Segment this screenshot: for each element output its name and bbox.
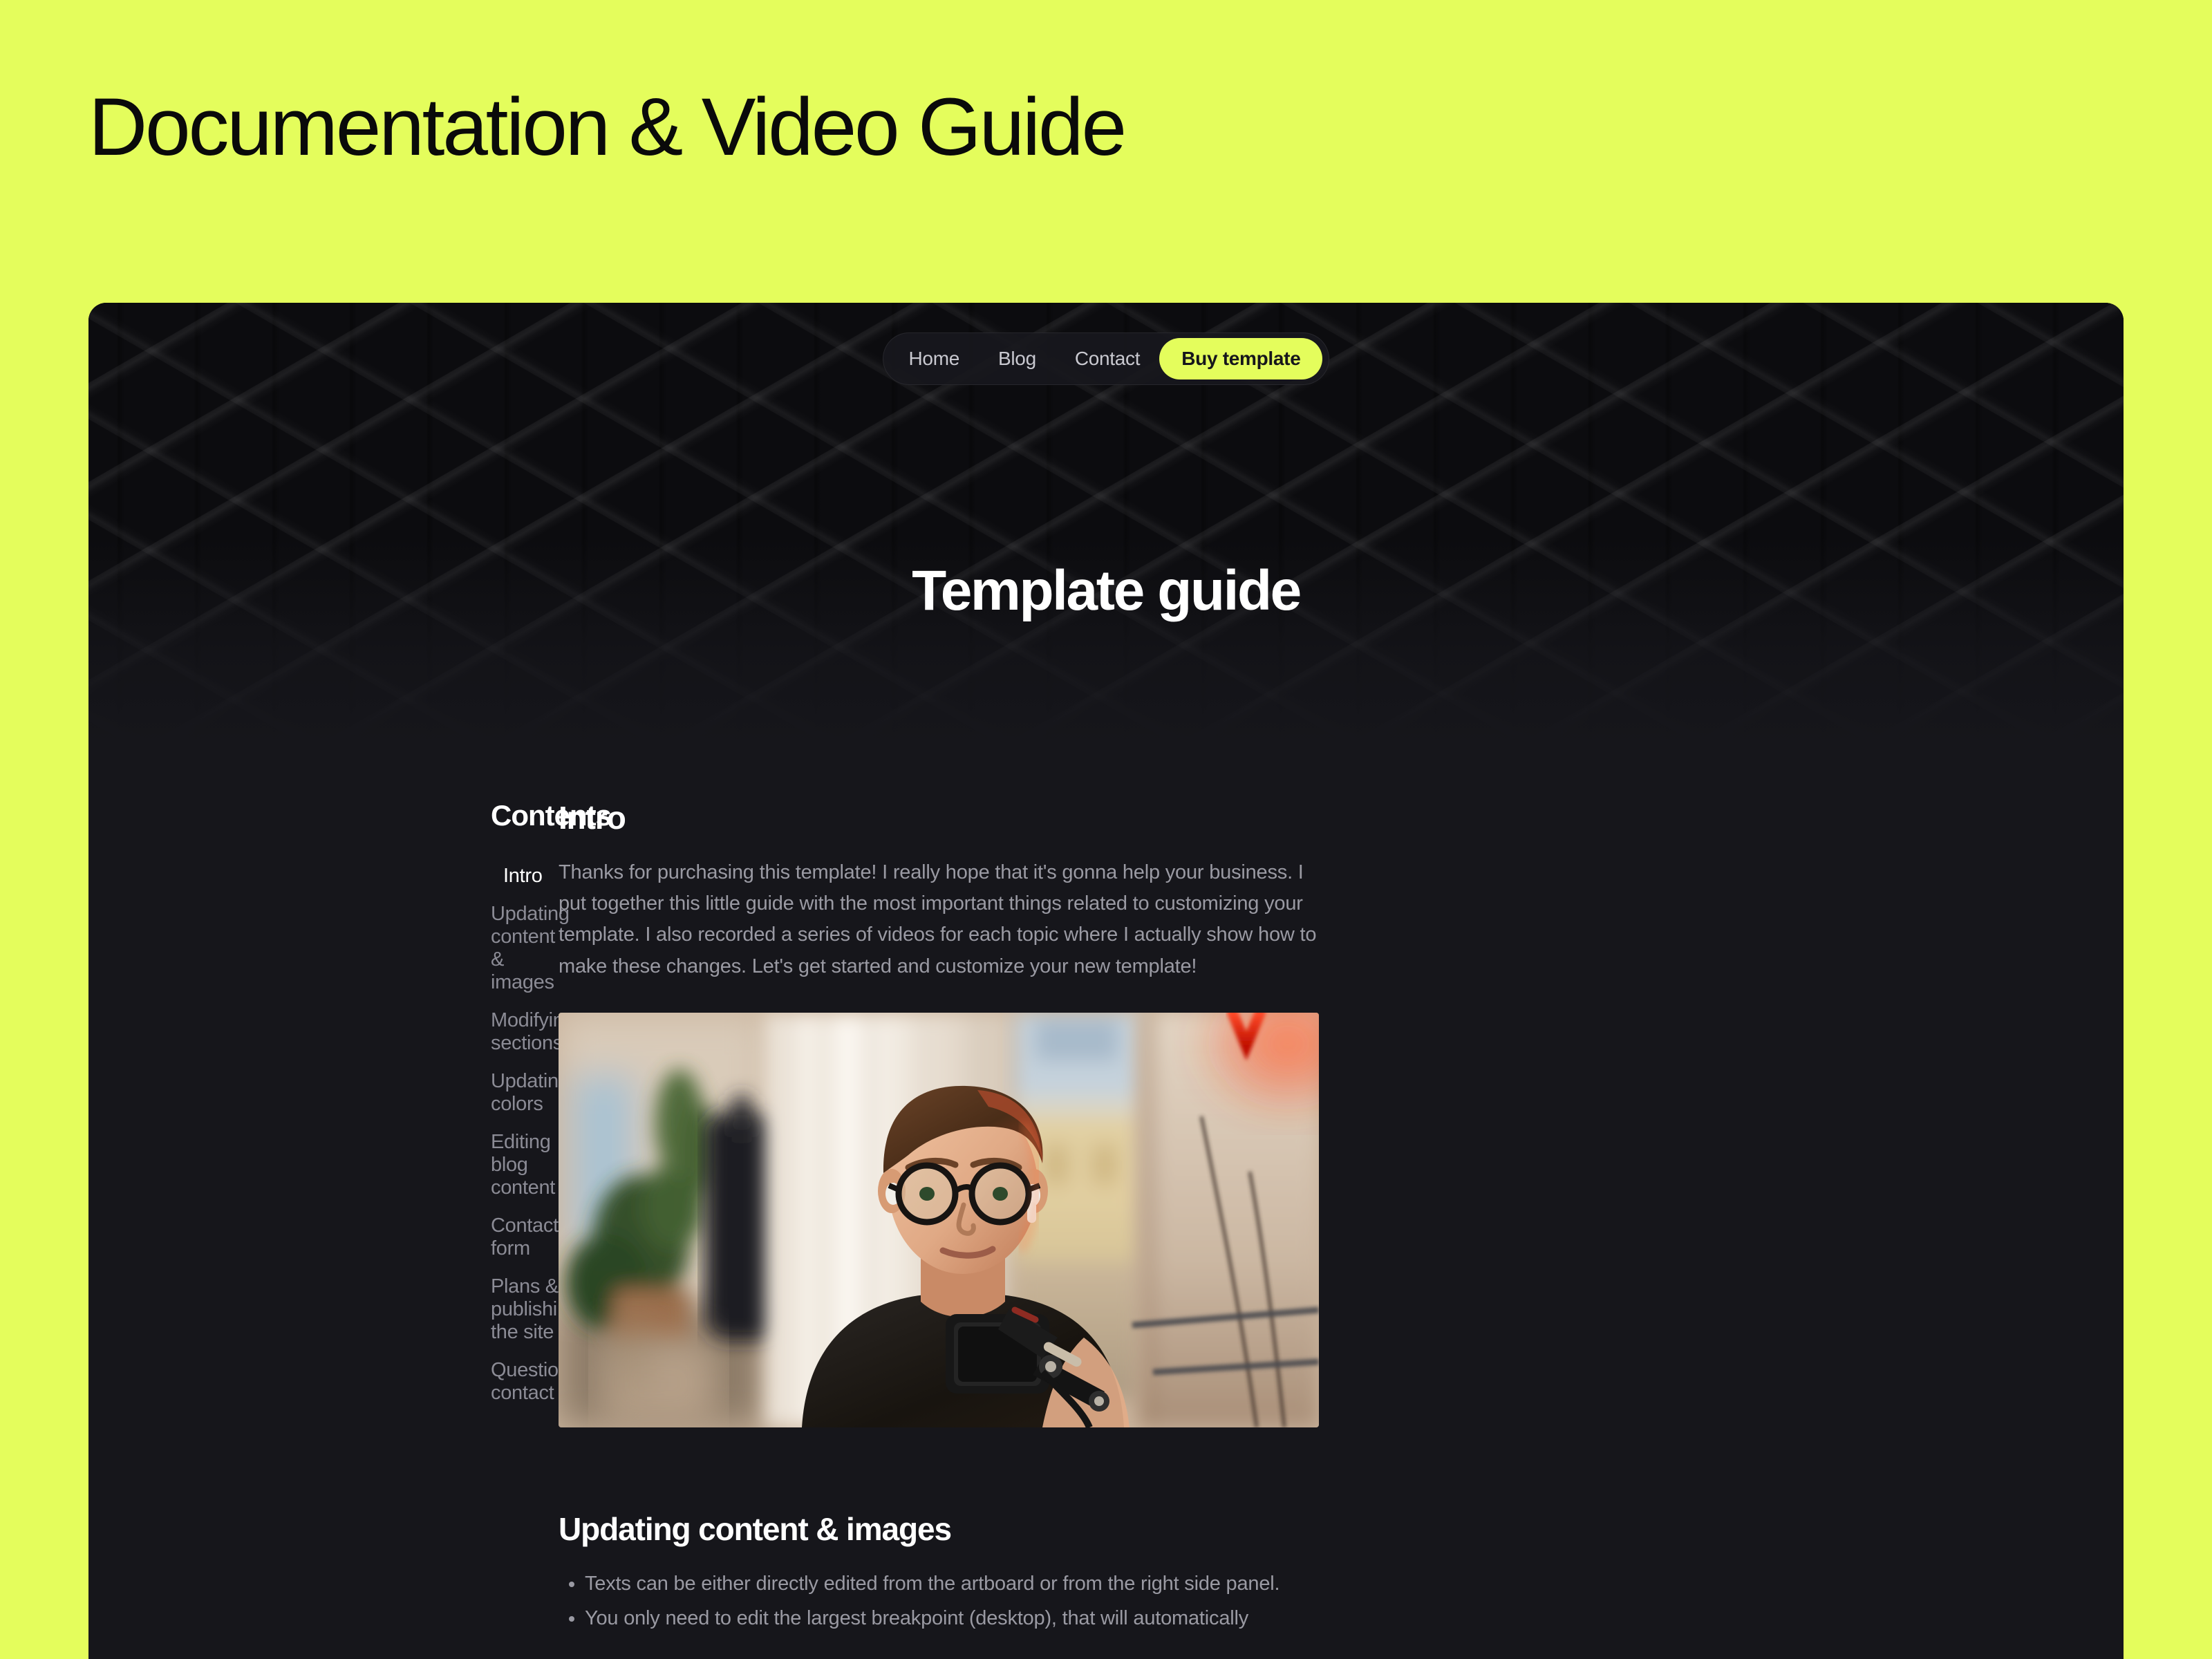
contents-heading: Contents <box>491 799 612 832</box>
list-item: You only need to edit the largest breakp… <box>585 1603 1319 1635</box>
nav-link-contact[interactable]: Contact <box>1056 339 1159 379</box>
video-thumbnail-image <box>559 1012 1319 1427</box>
hero-title: Template guide <box>912 559 1302 622</box>
toc-item-updating-content-images[interactable]: Updating content & images <box>491 895 570 1002</box>
table-of-contents: Contents Intro Updating content & images… <box>88 799 612 1638</box>
site-preview-panel: Home Blog Contact Buy template Template … <box>88 303 2124 1659</box>
section-heading-updating-content: Updating content & images <box>559 1510 952 1547</box>
page-title: Documentation & Video Guide <box>88 82 1127 173</box>
toc-item-updating-colors[interactable]: Updating colors <box>491 1062 570 1123</box>
intro-video-thumbnail[interactable] <box>559 1012 1319 1427</box>
guide-content: Contents Intro Updating content & images… <box>88 745 2124 1638</box>
section-heading-intro: Intro <box>559 800 626 836</box>
toc-item-questions-contact[interactable]: Questions, contact <box>491 1351 585 1412</box>
updating-bullet-list: Texts can be either directly edited from… <box>559 1568 1319 1635</box>
buy-template-button[interactable]: Buy template <box>1159 338 1323 379</box>
nav-link-blog[interactable]: Blog <box>979 339 1056 379</box>
toc-item-modifying-sections[interactable]: Modifying sections <box>491 1002 575 1062</box>
toc-item-editing-blog-content[interactable]: Editing blog content <box>491 1123 559 1207</box>
article-body: Intro Thanks for purchasing this templat… <box>559 799 1319 1638</box>
toc-item-plans-publishing[interactable]: Plans & publishing the site <box>491 1268 579 1351</box>
nav-pill: Home Blog Contact Buy template <box>882 332 1330 385</box>
contents-list: Intro Updating content & images Modifyin… <box>491 857 585 1412</box>
site-navbar: Home Blog Contact Buy template <box>88 332 2124 385</box>
toc-item-intro[interactable]: Intro <box>491 857 559 895</box>
intro-paragraph: Thanks for purchasing this template! I r… <box>559 861 1317 977</box>
toc-item-contact-form[interactable]: Contact form <box>491 1207 559 1268</box>
hero-section: Home Blog Contact Buy template Template … <box>88 303 2124 745</box>
list-item: Texts can be either directly edited from… <box>585 1568 1319 1600</box>
nav-link-home[interactable]: Home <box>890 339 980 379</box>
